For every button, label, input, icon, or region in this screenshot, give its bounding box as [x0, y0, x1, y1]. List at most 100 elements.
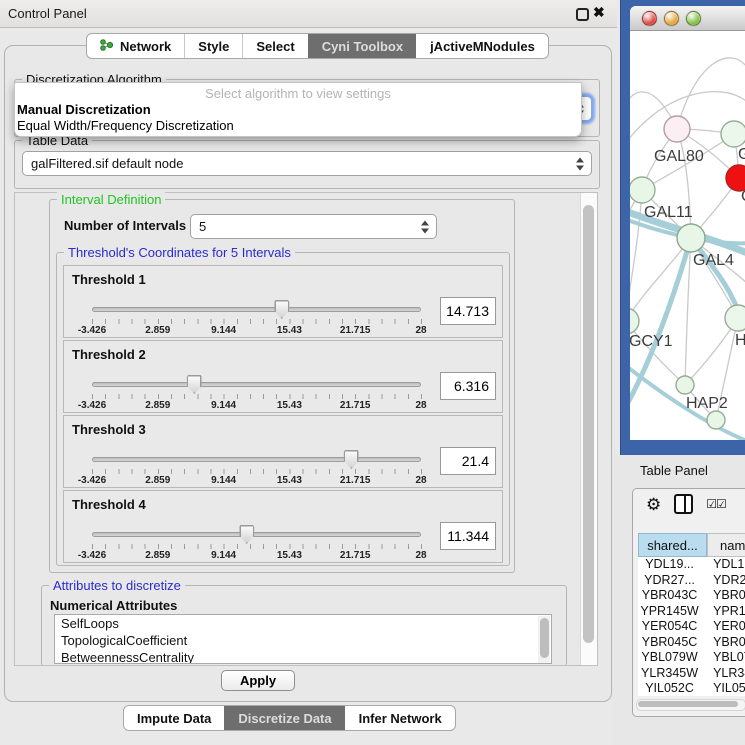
float-window-button[interactable]: [576, 8, 589, 21]
scrollbar-thumb[interactable]: [638, 701, 738, 707]
threshold-3-slider-thumb[interactable]: [344, 450, 359, 469]
table-horizontal-scrollbar[interactable]: [636, 699, 745, 711]
threshold-2-slider-thumb[interactable]: [187, 375, 202, 394]
table-cell-shared-name[interactable]: YBR045C: [638, 635, 701, 651]
number-of-intervals-label: Number of Intervals: [64, 218, 186, 233]
scale-label: 15.43: [277, 475, 302, 486]
threshold-1-slider-thumb[interactable]: [274, 300, 289, 319]
table-row[interactable]: YIL052CYIL052C: [638, 681, 745, 696]
network-node[interactable]: [707, 411, 725, 429]
threshold-2-panel: Threshold 2 -3.426 2.859 9.144 15.43 21.…: [63, 340, 503, 413]
table-cell-shared-name[interactable]: YLR345W: [638, 666, 701, 682]
tab-discretize-data[interactable]: Discretize Data: [224, 706, 344, 730]
scale-label: 2.859: [145, 325, 170, 336]
numerical-attributes-list: SelfLoops TopologicalCoefficient Between…: [54, 614, 552, 664]
close-button[interactable]: [642, 11, 657, 26]
network-node[interactable]: [721, 121, 745, 147]
threshold-4-slider-thumb[interactable]: [239, 525, 254, 544]
table-row[interactable]: YDR27...YDR27...: [638, 573, 745, 589]
interval-definition-group: Interval Definition Number of Intervals …: [49, 199, 515, 573]
attribute-item[interactable]: TopologicalCoefficient: [55, 632, 551, 649]
table-row[interactable]: YBR043CYBR043C: [638, 588, 745, 604]
settings-vertical-scrollbar[interactable]: [580, 193, 597, 665]
threshold-2-slider[interactable]: [92, 382, 421, 387]
network-node-label: GCY1: [630, 333, 673, 350]
table-cell-name[interactable]: YIL052C: [701, 681, 745, 696]
scale-label: 2.859: [145, 550, 170, 561]
close-panel-button[interactable]: ✖: [593, 4, 605, 21]
tab-network[interactable]: Network: [87, 34, 184, 58]
network-node[interactable]: [676, 376, 694, 394]
column-header-shared-name[interactable]: shared...: [638, 533, 707, 557]
threshold-3-slider[interactable]: [92, 457, 421, 462]
threshold-4-slider[interactable]: [92, 532, 421, 537]
algorithm-option-manual[interactable]: Manual Discretization: [15, 102, 581, 118]
slider-scale-labels: -3.426 2.859 9.144 15.43 21.715 28: [92, 325, 421, 337]
table-cell-shared-name[interactable]: YDL19...: [638, 557, 701, 573]
columns-icon[interactable]: [674, 494, 693, 514]
tab-impute-data[interactable]: Impute Data: [124, 706, 224, 730]
attributes-list-scrollbar[interactable]: [538, 616, 550, 664]
threshold-3-panel: Threshold 3 -3.426 2.859 9.144 15.43 21.…: [63, 415, 503, 488]
table-row[interactable]: YDL19...YDL19...: [638, 557, 745, 573]
tab-infer-network[interactable]: Infer Network: [345, 706, 455, 730]
control-panel-titlebar: Control Panel ✖: [0, 0, 617, 28]
table-cell-shared-name[interactable]: YBL079W: [638, 650, 701, 666]
table-cell-shared-name[interactable]: YER054C: [638, 619, 701, 635]
minimize-button[interactable]: [664, 11, 679, 26]
scale-label: 9.144: [211, 475, 236, 486]
network-node[interactable]: [677, 224, 705, 252]
scale-label: -3.426: [78, 550, 106, 561]
table-cell-name[interactable]: YBR043C: [701, 588, 745, 604]
table-cell-name[interactable]: YBL079W: [701, 650, 745, 666]
tab-style[interactable]: Style: [184, 34, 242, 58]
scrollbar-thumb[interactable]: [583, 205, 594, 643]
threshold-2-value-field[interactable]: [440, 372, 496, 400]
table-cell-name[interactable]: YLR345W: [701, 666, 745, 682]
algorithm-option-equal-width[interactable]: Equal Width/Frequency Discretization: [15, 118, 581, 134]
slider-scale-labels: -3.426 2.859 9.144 15.43 21.715 28: [92, 475, 421, 487]
network-node[interactable]: [630, 177, 655, 203]
threshold-1-value-field[interactable]: [440, 297, 496, 325]
gear-icon[interactable]: ⚙: [646, 496, 661, 513]
tab-discretize-data-label: Discretize Data: [238, 711, 331, 726]
table-cell-shared-name[interactable]: YBR043C: [638, 588, 701, 604]
number-of-intervals-combobox[interactable]: 5: [190, 214, 437, 239]
scale-label: 21.715: [340, 550, 371, 561]
table-cell-shared-name[interactable]: YPR145W: [638, 604, 701, 620]
attribute-item[interactable]: BetweennessCentrality: [55, 649, 551, 664]
network-window-frame: GAL80GACGAL11GAL4GCY1HHAP2: [620, 0, 745, 455]
select-columns-checkbox-icons[interactable]: ☑☑: [706, 497, 726, 511]
table-row[interactable]: YPR145WYPR145W: [638, 604, 745, 620]
network-node[interactable]: [630, 308, 639, 334]
threshold-4-value-field[interactable]: [440, 522, 496, 550]
zoom-button[interactable]: [686, 11, 701, 26]
table-row[interactable]: YBL079WYBL079W: [638, 650, 745, 666]
apply-button[interactable]: Apply: [221, 670, 295, 691]
table-cell-shared-name[interactable]: YDR27...: [638, 573, 701, 589]
tab-select[interactable]: Select: [242, 34, 307, 58]
table-cell-name[interactable]: YPR145W: [701, 604, 745, 620]
network-node[interactable]: [664, 116, 690, 142]
network-node-label: GA: [738, 146, 745, 163]
table-cell-shared-name[interactable]: YIL052C: [638, 681, 701, 696]
threshold-1-slider[interactable]: [92, 307, 421, 312]
threshold-3-value-field[interactable]: [440, 447, 496, 475]
table-cell-name[interactable]: YDR27...: [701, 573, 745, 589]
scrollbar-thumb[interactable]: [540, 618, 549, 658]
table-cell-name[interactable]: YBR045C: [701, 635, 745, 651]
attribute-item[interactable]: SelfLoops: [55, 615, 551, 632]
tab-cyni-toolbox[interactable]: Cyni Toolbox: [308, 34, 416, 58]
column-header-name[interactable]: name: [707, 533, 745, 557]
cyni-mode-tabbar: Impute Data Discretize Data Infer Networ…: [123, 705, 456, 731]
tab-jactivemnodules[interactable]: jActiveMNodules: [416, 34, 548, 58]
table-data-combobox[interactable]: galFiltered.sif default node: [22, 151, 592, 176]
table-cell-name[interactable]: YDL19...: [701, 557, 745, 573]
table-row[interactable]: YBR045CYBR045C: [638, 635, 745, 651]
network-canvas[interactable]: GAL80GACGAL11GAL4GCY1HHAP2: [630, 31, 745, 440]
table-row[interactable]: YLR345WYLR345W: [638, 666, 745, 682]
network-node[interactable]: [725, 305, 745, 331]
table-row[interactable]: YER054CYER054C: [638, 619, 745, 635]
table-cell-name[interactable]: YER054C: [701, 619, 745, 635]
scale-label: -3.426: [78, 400, 106, 411]
